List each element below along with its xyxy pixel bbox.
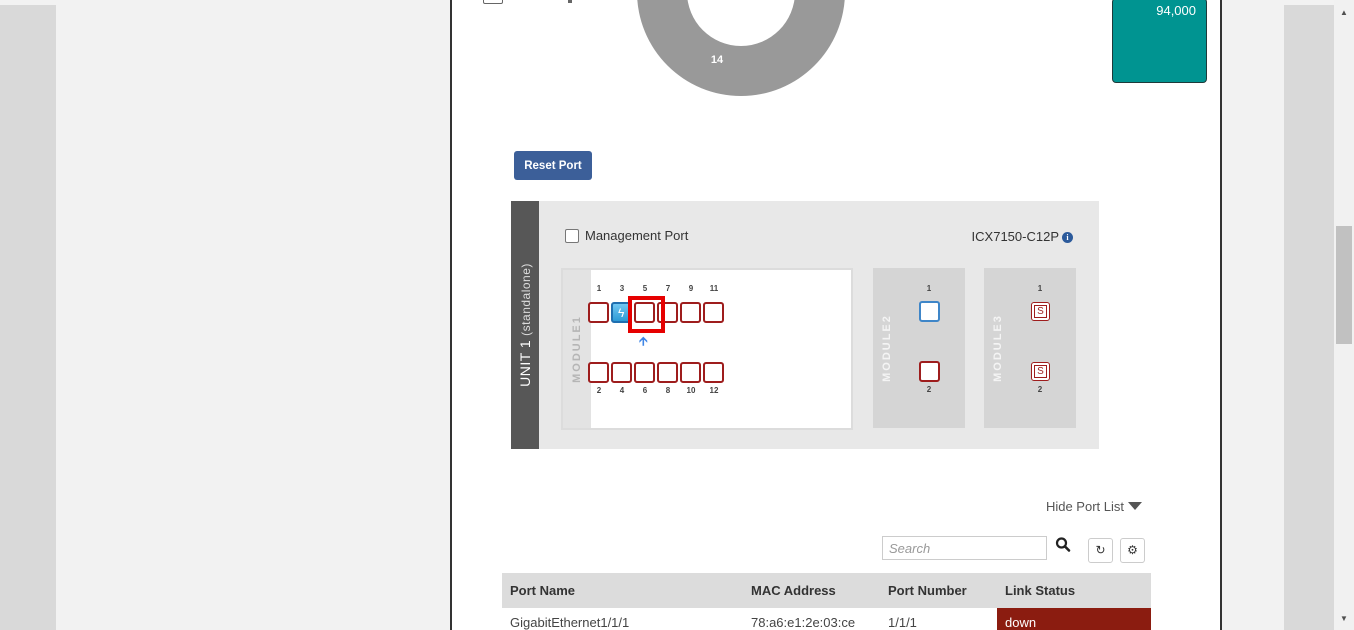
port-number-label: 12	[709, 386, 719, 395]
column-header-mac-address[interactable]: MAC Address	[743, 573, 880, 608]
refresh-icon: ↻	[1095, 543, 1106, 557]
module3-port-1[interactable]: S	[1031, 302, 1050, 321]
port-2[interactable]	[588, 362, 609, 383]
port-number-label: 2	[1037, 385, 1043, 394]
unit-title-text: UNIT 1	[517, 339, 533, 387]
port-4[interactable]	[611, 362, 632, 383]
column-header-port-name[interactable]: Port Name	[502, 573, 743, 608]
port-number-label: 6	[642, 386, 648, 395]
port-number-label: 9	[688, 284, 694, 293]
model-name: ICX7150-C12P i	[972, 229, 1073, 244]
unit-subtitle: (standalone)	[519, 263, 533, 336]
port-number-label: 10	[686, 386, 696, 395]
info-icon[interactable]: i	[1062, 232, 1073, 243]
cell-mac-address: 78:a6:e1:2e:03:ce	[751, 615, 856, 630]
port-12[interactable]	[703, 362, 724, 383]
port-9[interactable]	[680, 302, 701, 323]
module2-port-2[interactable]	[919, 361, 940, 382]
port-number-label: 8	[665, 386, 671, 395]
port-10[interactable]	[680, 362, 701, 383]
cell-port-name: GigabitEthernet1/1/1	[510, 615, 630, 630]
port-number-label: 2	[596, 386, 602, 395]
scrollbar-thumb[interactable]	[1336, 226, 1352, 344]
port-number-label: 3	[619, 284, 625, 293]
search-input[interactable]	[882, 536, 1047, 560]
management-port-checkbox[interactable]	[565, 229, 579, 243]
port-number-label: 1	[926, 284, 932, 293]
cell-link-status: down	[997, 608, 1151, 630]
unit-header: UNIT 1 (standalone)	[511, 201, 539, 449]
table-header-row: Port Name MAC Address Port Number Link S…	[502, 573, 1151, 608]
module1-strip: MODULE1	[563, 270, 591, 428]
module3-label: MODULE3	[992, 314, 1004, 382]
gear-icon: ⚙	[1127, 543, 1138, 557]
port-11[interactable]	[703, 302, 724, 323]
table-row[interactable]: GigabitEthernet1/1/1 78:a6:e1:2e:03:ce 1…	[502, 608, 1151, 630]
donut-slice-label: 14	[710, 54, 724, 66]
hide-port-list-toggle[interactable]: Hide Port List	[1046, 499, 1142, 514]
port-number-label: 4	[619, 386, 625, 395]
sfp-glyph: S	[1034, 365, 1047, 378]
page: 14 94,000 Reset Port UNIT 1(standalone) …	[0, 0, 1354, 630]
cell-port-number: 1/1/1	[888, 615, 917, 630]
cut-off-marker	[568, 0, 572, 3]
port-number-label: 7	[665, 284, 671, 293]
right-margin-dark	[1284, 5, 1334, 630]
selected-port-highlight	[628, 296, 665, 333]
right-margin-light	[1222, 5, 1284, 630]
module3-panel: MODULE3 1 S S 2	[984, 268, 1076, 428]
hide-port-list-label: Hide Port List	[1045, 499, 1124, 514]
management-port-label: Management Port	[585, 228, 689, 243]
module1-label: MODULE1	[571, 315, 583, 383]
port-number-label: 11	[709, 284, 719, 293]
settings-button[interactable]: ⚙	[1120, 538, 1145, 563]
port-6[interactable]	[634, 362, 655, 383]
left-margin-dark	[0, 5, 56, 630]
cut-off-checkbox[interactable]	[483, 0, 503, 4]
scroll-down-arrow-icon[interactable]: ▼	[1334, 614, 1354, 624]
left-margin-light	[56, 5, 450, 630]
module2-label: MODULE2	[881, 314, 893, 382]
port-8[interactable]	[657, 362, 678, 383]
caret-down-icon	[1128, 502, 1142, 510]
unit-title: UNIT 1 (standalone)	[517, 263, 533, 387]
unit-panel: Management Port ICX7150-C12P i MODULE1 1 …	[539, 201, 1099, 449]
stat-tile[interactable]: 94,000	[1112, 0, 1207, 83]
stat-tile-value: 94,000	[1156, 3, 1196, 18]
port-number-label: 1	[1037, 284, 1043, 293]
module1-panel: MODULE1 1 3 5 7 9 11 ϟ 2 4 6 8 10 12	[561, 268, 853, 430]
module2-port-1[interactable]	[919, 301, 940, 322]
vertical-scrollbar[interactable]: ▲ ▼	[1334, 0, 1354, 630]
search-icon[interactable]	[1055, 536, 1071, 554]
refresh-button[interactable]: ↻	[1088, 538, 1113, 563]
module2-panel: MODULE2 1 2	[873, 268, 965, 428]
sfp-glyph: S	[1034, 305, 1047, 318]
reset-port-button[interactable]: Reset Port	[514, 151, 592, 180]
port-number-label: 1	[596, 284, 602, 293]
port-number-label: 2	[926, 385, 932, 394]
poe-bolt-icon: ϟ	[618, 306, 625, 320]
main-panel: 14 94,000 Reset Port UNIT 1(standalone) …	[450, 0, 1222, 630]
donut-chart	[637, 0, 845, 96]
port-table: Port Name MAC Address Port Number Link S…	[502, 573, 1151, 630]
donut-hole	[687, 0, 795, 46]
port-1[interactable]	[588, 302, 609, 323]
port-number-label: 5	[642, 284, 648, 293]
column-header-port-number[interactable]: Port Number	[880, 573, 997, 608]
module3-port-2[interactable]: S	[1031, 362, 1050, 381]
arrow-up-icon: 🡩	[639, 334, 648, 348]
model-name-text: ICX7150-C12P	[971, 229, 1059, 244]
scroll-up-arrow-icon[interactable]: ▲	[1334, 8, 1354, 18]
column-header-link-status[interactable]: Link Status	[997, 573, 1151, 608]
